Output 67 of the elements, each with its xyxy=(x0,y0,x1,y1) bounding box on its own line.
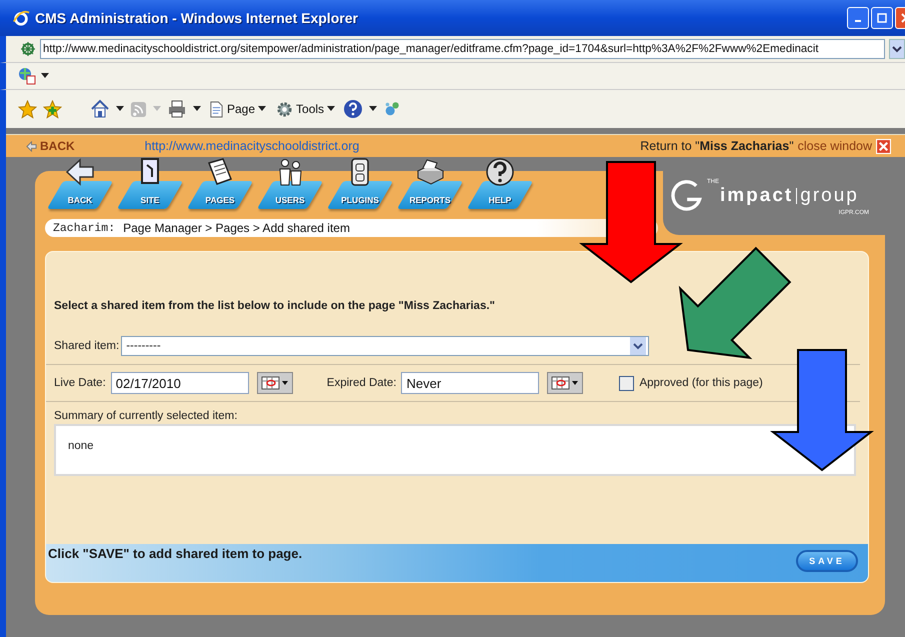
help-icon xyxy=(485,157,515,187)
close-icon[interactable] xyxy=(876,138,891,154)
field-label: Summary of currently selected item: xyxy=(54,410,238,422)
caret-icon[interactable] xyxy=(116,106,124,112)
nav-tab[interactable]: REPORTS xyxy=(395,157,465,209)
save-button[interactable]: SAVE xyxy=(796,550,858,572)
gear-icon xyxy=(276,100,294,118)
maximize-icon xyxy=(877,13,887,23)
calendar-icon xyxy=(260,374,290,392)
footer-text: Click "SAVE" to add shared item to page. xyxy=(48,546,302,561)
user-name: Zacharim: xyxy=(53,222,116,234)
maximize-button[interactable] xyxy=(871,7,893,29)
nav-tab[interactable]: BACK xyxy=(45,157,115,209)
calendar-button[interactable] xyxy=(547,372,584,394)
site-link[interactable]: http://www.medinacityschooldistrict.org xyxy=(144,139,360,153)
field-label: Expired Date: xyxy=(326,377,396,389)
logo-text: group xyxy=(800,185,859,207)
caret-icon xyxy=(258,106,266,112)
document-icon xyxy=(209,100,224,118)
return-text: Return to "Miss Zacharias" xyxy=(640,139,794,153)
back-link[interactable]: BACK xyxy=(26,139,75,153)
home-icon[interactable] xyxy=(90,99,110,119)
nav-tab[interactable]: PLUGINS xyxy=(325,157,395,209)
nav-tab[interactable]: USERS xyxy=(255,157,325,209)
globe-document-icon[interactable] xyxy=(18,67,36,85)
field-label: Shared item: xyxy=(54,340,120,352)
expired-date-field[interactable]: Never xyxy=(401,372,540,394)
site-icon xyxy=(20,41,36,57)
dropdown-button[interactable] xyxy=(889,39,905,59)
nav-tab[interactable]: SITE xyxy=(115,157,185,209)
chevron-icon xyxy=(892,44,902,54)
browser-logo-icon xyxy=(12,9,30,27)
calendar-button[interactable] xyxy=(256,372,293,394)
minimize-icon xyxy=(855,20,861,22)
summary-text: none xyxy=(68,440,94,452)
caret-icon[interactable] xyxy=(369,106,378,112)
live-date-field[interactable]: 02/17/2010 xyxy=(110,372,249,394)
chevron-icon xyxy=(630,337,646,355)
research-icon[interactable] xyxy=(383,100,402,118)
field-label: Live Date: xyxy=(54,377,106,389)
breadcrumb-path: Page Manager > Pages > Add shared item xyxy=(123,221,350,235)
address-field[interactable]: http://www.medinacityschooldistrict.org/sitempower/administration/page_manager/editframe.cfm?page_id=1704&surl=http%3A%2F%2Fwww%2Emedinacit xyxy=(40,39,885,59)
caret-icon[interactable] xyxy=(193,106,201,112)
caret-icon[interactable] xyxy=(41,73,49,79)
approved-checkbox[interactable] xyxy=(619,376,634,390)
add-star-icon[interactable] xyxy=(43,100,62,118)
checkbox-label: Approved (for this page) xyxy=(639,377,763,389)
logo-text: impact xyxy=(720,185,794,207)
arrow-icon xyxy=(65,157,95,187)
star-icon[interactable] xyxy=(18,100,37,118)
arrow-icon xyxy=(26,140,37,152)
calendar-icon xyxy=(550,374,580,392)
caret-icon xyxy=(327,106,336,112)
nav-tab[interactable]: HELP xyxy=(465,157,535,209)
nav-tab[interactable]: PAGES xyxy=(185,157,255,209)
pages-icon xyxy=(205,157,235,187)
shared-item-select[interactable]: --------- xyxy=(121,336,650,356)
page-menu[interactable]: Page xyxy=(207,100,268,118)
close-window-link[interactable]: close window xyxy=(798,139,872,153)
printer-icon xyxy=(415,157,445,187)
tools-menu[interactable]: Tools xyxy=(274,100,338,118)
minimize-button[interactable] xyxy=(847,7,869,29)
window-title: CMS Administration - Windows Internet Explorer xyxy=(35,10,358,26)
printer-icon[interactable] xyxy=(167,99,187,119)
instruction-text: Select a shared item from the list below to include on the page "Miss Zacharias." xyxy=(54,300,496,312)
help-icon[interactable] xyxy=(343,99,364,119)
logo-mark-icon xyxy=(669,179,703,213)
